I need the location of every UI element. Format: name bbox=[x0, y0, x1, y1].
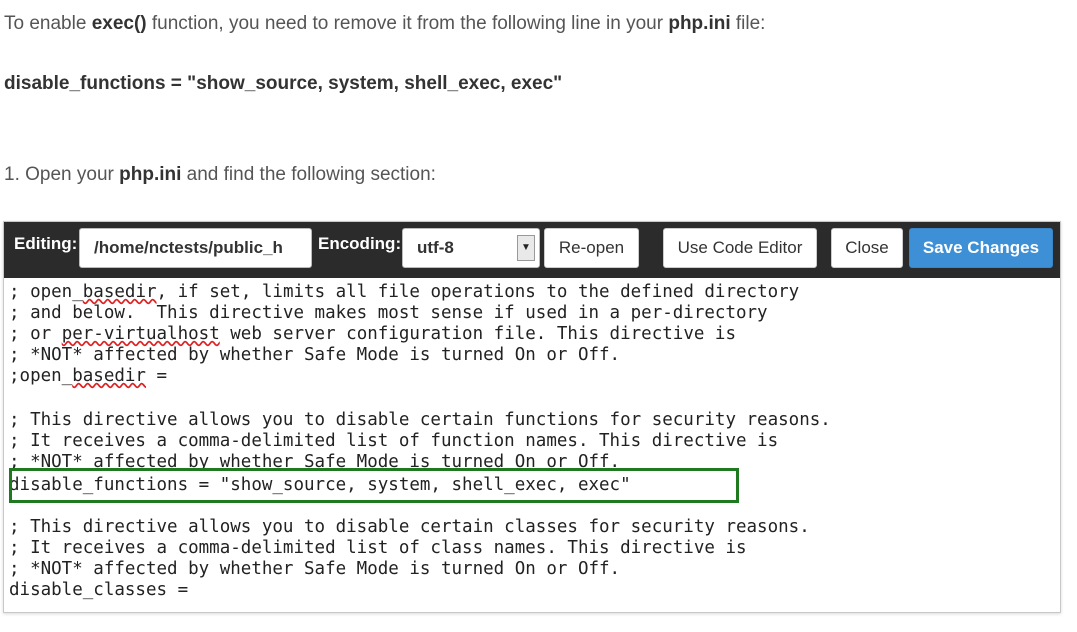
save-changes-button[interactable]: Save Changes bbox=[909, 228, 1053, 268]
step1-part2: and find the following section: bbox=[181, 164, 436, 185]
close-button[interactable]: Close bbox=[831, 228, 903, 268]
intro-bold-phpini: php.ini bbox=[668, 13, 731, 34]
code-line-2: ; and below. This directive makes most s… bbox=[9, 303, 768, 323]
caret-down-icon[interactable]: ▼ bbox=[517, 235, 535, 261]
code-line-3: ; or per-virtualhost web server configur… bbox=[9, 324, 736, 344]
encoding-value: utf-8 bbox=[417, 238, 454, 257]
step-1-text: 1. Open your php.ini and find the follow… bbox=[4, 164, 436, 186]
step1-bold-phpini: php.ini bbox=[119, 164, 182, 185]
code-line-7: ; This directive allows you to disable c… bbox=[9, 410, 831, 430]
code-line-14: ; *NOT* affected by whether Safe Mode is… bbox=[9, 559, 621, 579]
use-code-editor-button[interactable]: Use Code Editor bbox=[663, 228, 817, 268]
intro-bold-exec: exec() bbox=[91, 13, 147, 34]
code-line-5: ;open_basedir = bbox=[9, 366, 168, 386]
reopen-button[interactable]: Re-open bbox=[544, 228, 639, 268]
encoding-select[interactable]: utf-8 ▼ bbox=[402, 228, 540, 268]
editor-toolbar: Editing: /home/nctests/public_h Encoding… bbox=[4, 222, 1060, 278]
editing-label: Editing: bbox=[14, 234, 78, 253]
intro-part1: To enable bbox=[4, 13, 92, 34]
step1-part1: 1. Open your bbox=[4, 164, 120, 185]
intro-part3: file: bbox=[730, 13, 766, 34]
code-snippet: disable_functions = "show_source, system… bbox=[4, 73, 563, 94]
code-line-12: ; This directive allows you to disable c… bbox=[9, 517, 810, 537]
file-path-field[interactable]: /home/nctests/public_h bbox=[79, 228, 312, 268]
file-editor: Editing: /home/nctests/public_h Encoding… bbox=[3, 221, 1061, 613]
intro-text: To enable exec() function, you need to r… bbox=[4, 13, 765, 35]
encoding-label: Encoding: bbox=[318, 234, 402, 253]
code-line-13: ; It receives a comma-delimited list of … bbox=[9, 538, 747, 558]
editor-textarea[interactable]: ; open_basedir, if set, limits all file … bbox=[7, 282, 1052, 610]
code-line-8: ; It receives a comma-delimited list of … bbox=[9, 431, 779, 451]
code-line-4: ; *NOT* affected by whether Safe Mode is… bbox=[9, 345, 621, 365]
highlight-box bbox=[9, 468, 739, 503]
code-line-15: disable_classes = bbox=[9, 580, 189, 600]
intro-part2: function, you need to remove it from the… bbox=[146, 13, 669, 34]
code-line-1: ; open_basedir, if set, limits all file … bbox=[9, 282, 800, 302]
